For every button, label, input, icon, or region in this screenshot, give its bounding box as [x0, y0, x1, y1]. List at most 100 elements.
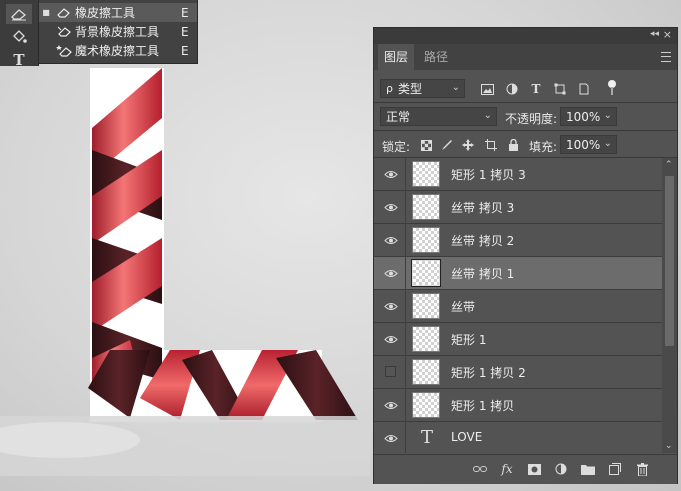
lock-transparent-pixels-icon[interactable]	[417, 136, 435, 154]
chevron-down-icon: ⌄	[483, 110, 492, 121]
layer-row[interactable]: 矩形 1 拷贝 2	[374, 356, 662, 389]
type-tool-icon[interactable]: T	[6, 50, 32, 70]
layer-row[interactable]: 矩形 1 拷贝	[374, 389, 662, 422]
paint-bucket-icon[interactable]	[6, 27, 32, 47]
filter-type-layer-icon[interactable]: T	[527, 80, 545, 98]
eye-icon[interactable]	[382, 166, 400, 182]
blend-mode-value: 正常	[386, 110, 411, 124]
panel-menu-icon[interactable]	[661, 52, 671, 62]
lock-artboard-icon[interactable]	[482, 136, 500, 154]
new-layer-icon[interactable]	[606, 460, 624, 478]
new-group-folder-icon[interactable]	[579, 460, 597, 478]
filter-toggle-icon[interactable]	[603, 79, 621, 97]
flyout-item-eraser[interactable]: ■ 橡皮擦工具 E	[39, 3, 197, 22]
layer-row[interactable]: 丝带	[374, 290, 662, 323]
flyout-label: 橡皮擦工具	[75, 6, 136, 20]
fill-label: 填充:	[529, 140, 558, 154]
filter-row: ρ 类型 ⌄ T	[374, 76, 677, 102]
layers-list: 矩形 1 拷贝 3 丝带 拷贝 3 丝带 拷贝 2 丝带 拷贝 1 丝带 矩形 …	[374, 158, 662, 453]
close-panel-icon[interactable]: ×	[663, 28, 672, 41]
layer-thumbnail	[412, 326, 440, 352]
chevron-down-icon: ⌄	[451, 82, 460, 93]
fill-value: 100%	[566, 137, 601, 152]
eye-icon[interactable]	[382, 331, 400, 347]
scroll-down-icon[interactable]: ⌄	[665, 441, 673, 451]
background-eraser-icon	[53, 24, 75, 40]
layers-scrollbar[interactable]: ⌃ ⌄	[662, 158, 677, 453]
selected-marker-icon: ■	[42, 8, 50, 17]
lock-label: 锁定:	[382, 140, 411, 154]
add-mask-icon[interactable]	[525, 460, 543, 478]
tab-layers[interactable]: 图层	[378, 44, 415, 70]
flyout-label: 背景橡皮擦工具	[75, 25, 160, 39]
eye-icon[interactable]	[382, 199, 400, 215]
layer-thumbnail	[412, 359, 440, 385]
opacity-label: 不透明度:	[505, 112, 558, 126]
layer-style-fx-icon[interactable]: fx	[498, 460, 516, 478]
layer-row[interactable]: 矩形 1 拷贝 3	[374, 158, 662, 191]
layer-thumbnail	[412, 293, 440, 319]
layers-panel: ◂◂ × 图层 路径 ρ 类型 ⌄ T 正常 ⌄ 不透明度: 100% ⌄ 锁定…	[373, 27, 678, 484]
layer-name: 丝带 拷贝 3	[451, 201, 515, 215]
filter-shape-layer-icon[interactable]	[551, 80, 569, 98]
eye-icon[interactable]	[382, 397, 400, 413]
delete-layer-trash-icon[interactable]	[633, 460, 651, 478]
layers-bottom-bar: fx	[374, 454, 677, 484]
panel-tabs: 图层 路径	[374, 44, 677, 70]
shortcut-key: E	[181, 24, 189, 39]
layer-name: 矩形 1	[451, 333, 487, 347]
chevron-down-icon: ⌄	[603, 110, 612, 121]
filter-adjustment-layer-icon[interactable]	[503, 80, 521, 98]
lock-image-pixels-icon[interactable]	[438, 136, 456, 154]
collapse-panel-icon[interactable]: ◂◂	[650, 29, 659, 39]
filter-kind-value: 类型	[397, 82, 422, 96]
fill-input[interactable]: 100% ⌄	[560, 135, 617, 154]
search-icon: ρ	[386, 82, 393, 95]
flyout-item-magic-eraser[interactable]: 魔术橡皮擦工具 E	[39, 41, 197, 60]
opacity-input[interactable]: 100% ⌄	[560, 107, 617, 126]
filter-pixel-layer-icon[interactable]	[478, 80, 496, 98]
blend-mode-select[interactable]: 正常 ⌄	[380, 107, 497, 126]
layer-thumbnail	[412, 227, 440, 253]
eraser-icon	[53, 5, 75, 21]
visibility-toggle-off[interactable]	[385, 366, 396, 377]
eraser-icon[interactable]	[6, 4, 32, 24]
tab-paths[interactable]: 路径	[418, 44, 454, 70]
layer-name: 丝带	[451, 300, 476, 314]
opacity-value: 100%	[566, 109, 601, 124]
lock-position-icon[interactable]	[459, 136, 477, 154]
layer-row[interactable]: 矩形 1	[374, 323, 662, 356]
layer-name: 丝带 拷贝 1	[451, 267, 515, 281]
shortcut-key: E	[181, 5, 189, 20]
eye-icon[interactable]	[382, 232, 400, 248]
eye-icon[interactable]	[382, 265, 400, 281]
layer-thumbnail	[411, 259, 441, 287]
layer-row[interactable]: 丝带 拷贝 1	[374, 257, 662, 290]
lock-all-icon[interactable]	[504, 136, 522, 154]
chevron-down-icon: ⌄	[603, 138, 612, 149]
layer-name: LOVE	[451, 430, 483, 444]
eraser-tool-flyout: ■ 橡皮擦工具 E 背景橡皮擦工具 E 魔术橡皮擦工具 E	[38, 0, 198, 64]
layer-row[interactable]: T LOVE	[374, 422, 662, 453]
new-adjustment-layer-icon[interactable]	[552, 460, 570, 478]
lock-row: 锁定: 填充: 100% ⌄	[374, 132, 677, 158]
flyout-label: 魔术橡皮擦工具	[75, 44, 160, 58]
eye-icon[interactable]	[382, 298, 400, 314]
magic-eraser-icon	[53, 43, 75, 59]
filter-kind-select[interactable]: ρ 类型 ⌄	[380, 79, 465, 98]
filter-smart-object-icon[interactable]	[575, 80, 593, 98]
layer-thumbnail	[412, 392, 440, 418]
scroll-up-icon[interactable]: ⌃	[665, 160, 673, 170]
blend-row: 正常 ⌄ 不透明度: 100% ⌄	[374, 104, 677, 130]
layer-row[interactable]: 丝带 拷贝 3	[374, 191, 662, 224]
eye-icon[interactable]	[382, 430, 400, 446]
layer-name: 丝带 拷贝 2	[451, 234, 515, 248]
layer-name: 矩形 1 拷贝	[451, 399, 515, 413]
layer-row[interactable]: 丝带 拷贝 2	[374, 224, 662, 257]
panel-title-bar: ◂◂ ×	[374, 28, 677, 44]
layer-name: 矩形 1 拷贝 3	[451, 168, 526, 182]
layer-thumbnail	[412, 161, 440, 187]
flyout-item-background-eraser[interactable]: 背景橡皮擦工具 E	[39, 22, 197, 41]
scrollbar-thumb[interactable]	[665, 176, 674, 346]
link-layers-icon[interactable]	[471, 460, 489, 478]
